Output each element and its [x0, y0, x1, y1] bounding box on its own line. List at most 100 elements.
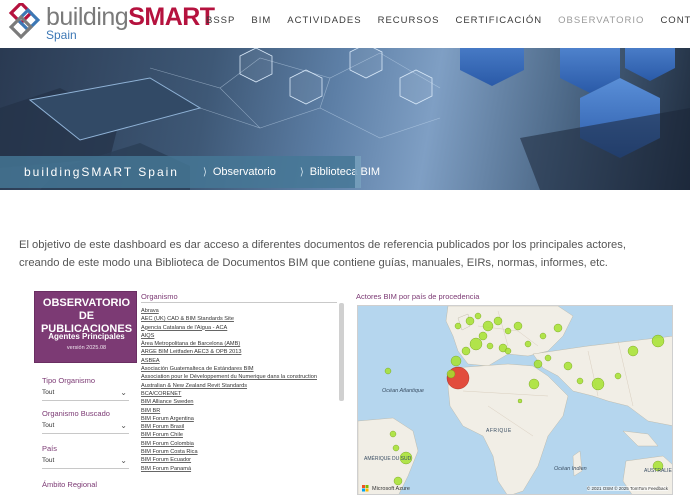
organism-list-item[interactable]: Asociación Guatemalteca de Estándares BI…	[141, 365, 337, 373]
organism-list-item[interactable]: BIM Forum Chile	[141, 431, 337, 439]
organism-list-item[interactable]: AIQS	[141, 332, 337, 340]
organism-list-header: Organismo	[141, 292, 178, 301]
logo-mark-icon	[8, 3, 41, 39]
map-provider: Microsoft Azure	[372, 486, 410, 492]
organism-list-item[interactable]: BIM Forum Argentina	[141, 415, 337, 423]
buildingsmart-logo[interactable]: buildingSMART Spain	[6, 3, 215, 43]
nav-observatorio[interactable]: OBSERVATORIO	[558, 15, 644, 26]
main-nav: BSSP BIM ACTIVIDADES RECURSOS CERTIFICAC…	[198, 0, 690, 40]
organism-list-items: Abrava AEC (UK) CAD & BIM Standards Site A…	[141, 307, 337, 473]
map-bubble[interactable]	[389, 430, 397, 438]
nav-certificacion[interactable]: CERTIFICACIÓN	[455, 15, 542, 26]
map-bubble[interactable]	[450, 355, 462, 367]
bubble-map[interactable]: Océan Atlantique Océan Indien AFRIQUE AM…	[357, 305, 673, 495]
organism-list-item[interactable]: BIM Forum Brasil	[141, 423, 337, 431]
divider	[141, 302, 337, 303]
hero-banner: buildingSMART Spain ⟩ Observatorio ⟩ Bib…	[0, 48, 690, 190]
filter-label-pais: País	[42, 444, 58, 453]
map-bubble[interactable]	[528, 378, 540, 390]
dashboard-title-card: OBSERVATORIO DE PUBLICACIONES Agentes Pri…	[34, 291, 137, 363]
breadcrumb-current: Biblioteca BIM	[309, 166, 381, 178]
organism-list-item[interactable]: BCA/CORENET	[141, 390, 337, 398]
organism-list-item[interactable]: BIM Alliance Sweden	[141, 398, 337, 406]
filter-select-pais[interactable]: Tout ⌄	[42, 456, 129, 469]
map-bubble[interactable]	[465, 316, 475, 326]
map-bubble[interactable]	[614, 372, 622, 380]
map-bubble[interactable]	[539, 332, 547, 340]
map-bubble[interactable]	[627, 345, 639, 357]
breadcrumb-separator-icon: ⟩	[299, 166, 304, 178]
map-bubble[interactable]	[474, 312, 482, 320]
map-bubble[interactable]	[478, 331, 488, 341]
map-bubble[interactable]	[591, 377, 605, 391]
nav-bssp[interactable]: BSSP	[206, 15, 235, 26]
map-bubble[interactable]	[504, 327, 512, 335]
map-bubble[interactable]	[513, 321, 523, 331]
nav-recursos[interactable]: RECURSOS	[378, 15, 440, 26]
map-bubble[interactable]	[393, 476, 403, 486]
chevron-down-icon: ⌄	[120, 456, 127, 465]
filter-select-organismo[interactable]: Tout ⌄	[42, 421, 129, 434]
powerbi-dashboard: OBSERVATORIO DE PUBLICACIONES Agentes Pri…	[34, 291, 674, 495]
map-bubble[interactable]	[446, 369, 456, 379]
map-bubble[interactable]	[454, 322, 462, 330]
map-bubble[interactable]	[544, 354, 552, 362]
logo-subtitle: Spain	[46, 28, 77, 42]
map-bubble[interactable]	[384, 367, 392, 375]
organism-list-item[interactable]: Abrava	[141, 307, 337, 315]
map-bubble[interactable]	[461, 346, 471, 356]
map-bubble[interactable]	[563, 361, 573, 371]
filter-label-tipo: Tipo Organismo	[42, 376, 96, 385]
world-map-graphic	[358, 306, 672, 494]
site-header: buildingSMART Spain BSSP BIM ACTIVIDADES…	[0, 0, 690, 48]
organism-list-item[interactable]: ASBEA	[141, 357, 337, 365]
map-bubble[interactable]	[493, 316, 503, 326]
breadcrumb-home[interactable]: buildingSMART Spain	[24, 165, 179, 179]
map-label-indian: Océan Indien	[554, 466, 587, 472]
organism-list: Organismo Abrava AEC (UK) CAD & BIM Stand…	[141, 291, 346, 495]
list-scrollbar[interactable]	[339, 303, 344, 401]
organism-list-item[interactable]: BIM BR	[141, 407, 337, 415]
filter-select-tipo[interactable]: Tout ⌄	[42, 388, 129, 401]
nav-contacto[interactable]: CONTACTO	[660, 15, 690, 26]
map-bubble[interactable]	[533, 359, 543, 369]
map-label-africa: AFRIQUE	[486, 428, 512, 434]
dashboard-title: OBSERVATORIO DE PUBLICACIONES	[40, 297, 133, 335]
map-bubble[interactable]	[553, 323, 563, 333]
map-bubble[interactable]	[486, 342, 494, 350]
organism-list-item[interactable]: ARGE BIM Leitfaden AEC3 & OPB 2013	[141, 348, 337, 356]
map-label-america: AMÉRIQUE DU SUD	[364, 456, 412, 462]
dashboard-subtitle: Agentes Principales	[48, 332, 125, 341]
map-bubble[interactable]	[524, 340, 532, 348]
map-bubble[interactable]	[392, 444, 400, 452]
map-bubble[interactable]	[651, 334, 665, 348]
map-bubble[interactable]	[469, 337, 483, 351]
dashboard-version: versión 2025.08	[66, 345, 107, 351]
organism-list-item[interactable]: BIM Forum Panamá	[141, 465, 337, 473]
filter-label-ambito: Ámbito Regional	[42, 480, 98, 489]
intro-text: El objetivo de este dashboard es dar acc…	[19, 239, 626, 269]
logo-wordmark: buildingSMART	[46, 3, 215, 31]
breadcrumb-separator-icon: ⟩	[202, 166, 207, 178]
organism-list-item[interactable]: Àrea Metropolitana de Barcelona (AMB)	[141, 340, 337, 348]
nav-bim[interactable]: BIM	[251, 15, 271, 26]
organism-list-item[interactable]: BIM Forum Colombia	[141, 440, 337, 448]
map-bubble[interactable]	[517, 398, 523, 404]
organism-list-item[interactable]: BIM Forum Ecuador	[141, 456, 337, 464]
organism-list-item[interactable]: BIM Forum Costa Rica	[141, 448, 337, 456]
map-bubble[interactable]	[576, 377, 584, 385]
filter-label-organismo: Organismo Buscado	[42, 409, 110, 418]
organism-list-item[interactable]: AEC (UK) CAD & BIM Standards Site	[141, 315, 337, 323]
breadcrumb-observatorio[interactable]: Observatorio	[213, 166, 276, 178]
nav-actividades[interactable]: ACTIVIDADES	[287, 15, 361, 26]
map-bubble[interactable]	[504, 347, 512, 355]
map-title: Actores BIM por país de procedencia	[356, 292, 480, 301]
filter-panel: OBSERVATORIO DE PUBLICACIONES Agentes Pri…	[34, 291, 137, 495]
map-bubble[interactable]	[482, 320, 494, 332]
chevron-down-icon: ⌄	[120, 421, 127, 430]
organism-list-item[interactable]: Agencia Catalana de l'Aigua - ACA	[141, 324, 337, 332]
organism-list-item[interactable]: Association pour le Développement du Num…	[141, 373, 337, 381]
map-credit[interactable]: © 2021 OSM © 2025 TomTom Feedback	[586, 486, 668, 491]
breadcrumb: buildingSMART Spain ⟩ Observatorio ⟩ Bib…	[0, 156, 380, 188]
organism-list-item[interactable]: Australian & New Zealand Revit Standards	[141, 382, 337, 390]
